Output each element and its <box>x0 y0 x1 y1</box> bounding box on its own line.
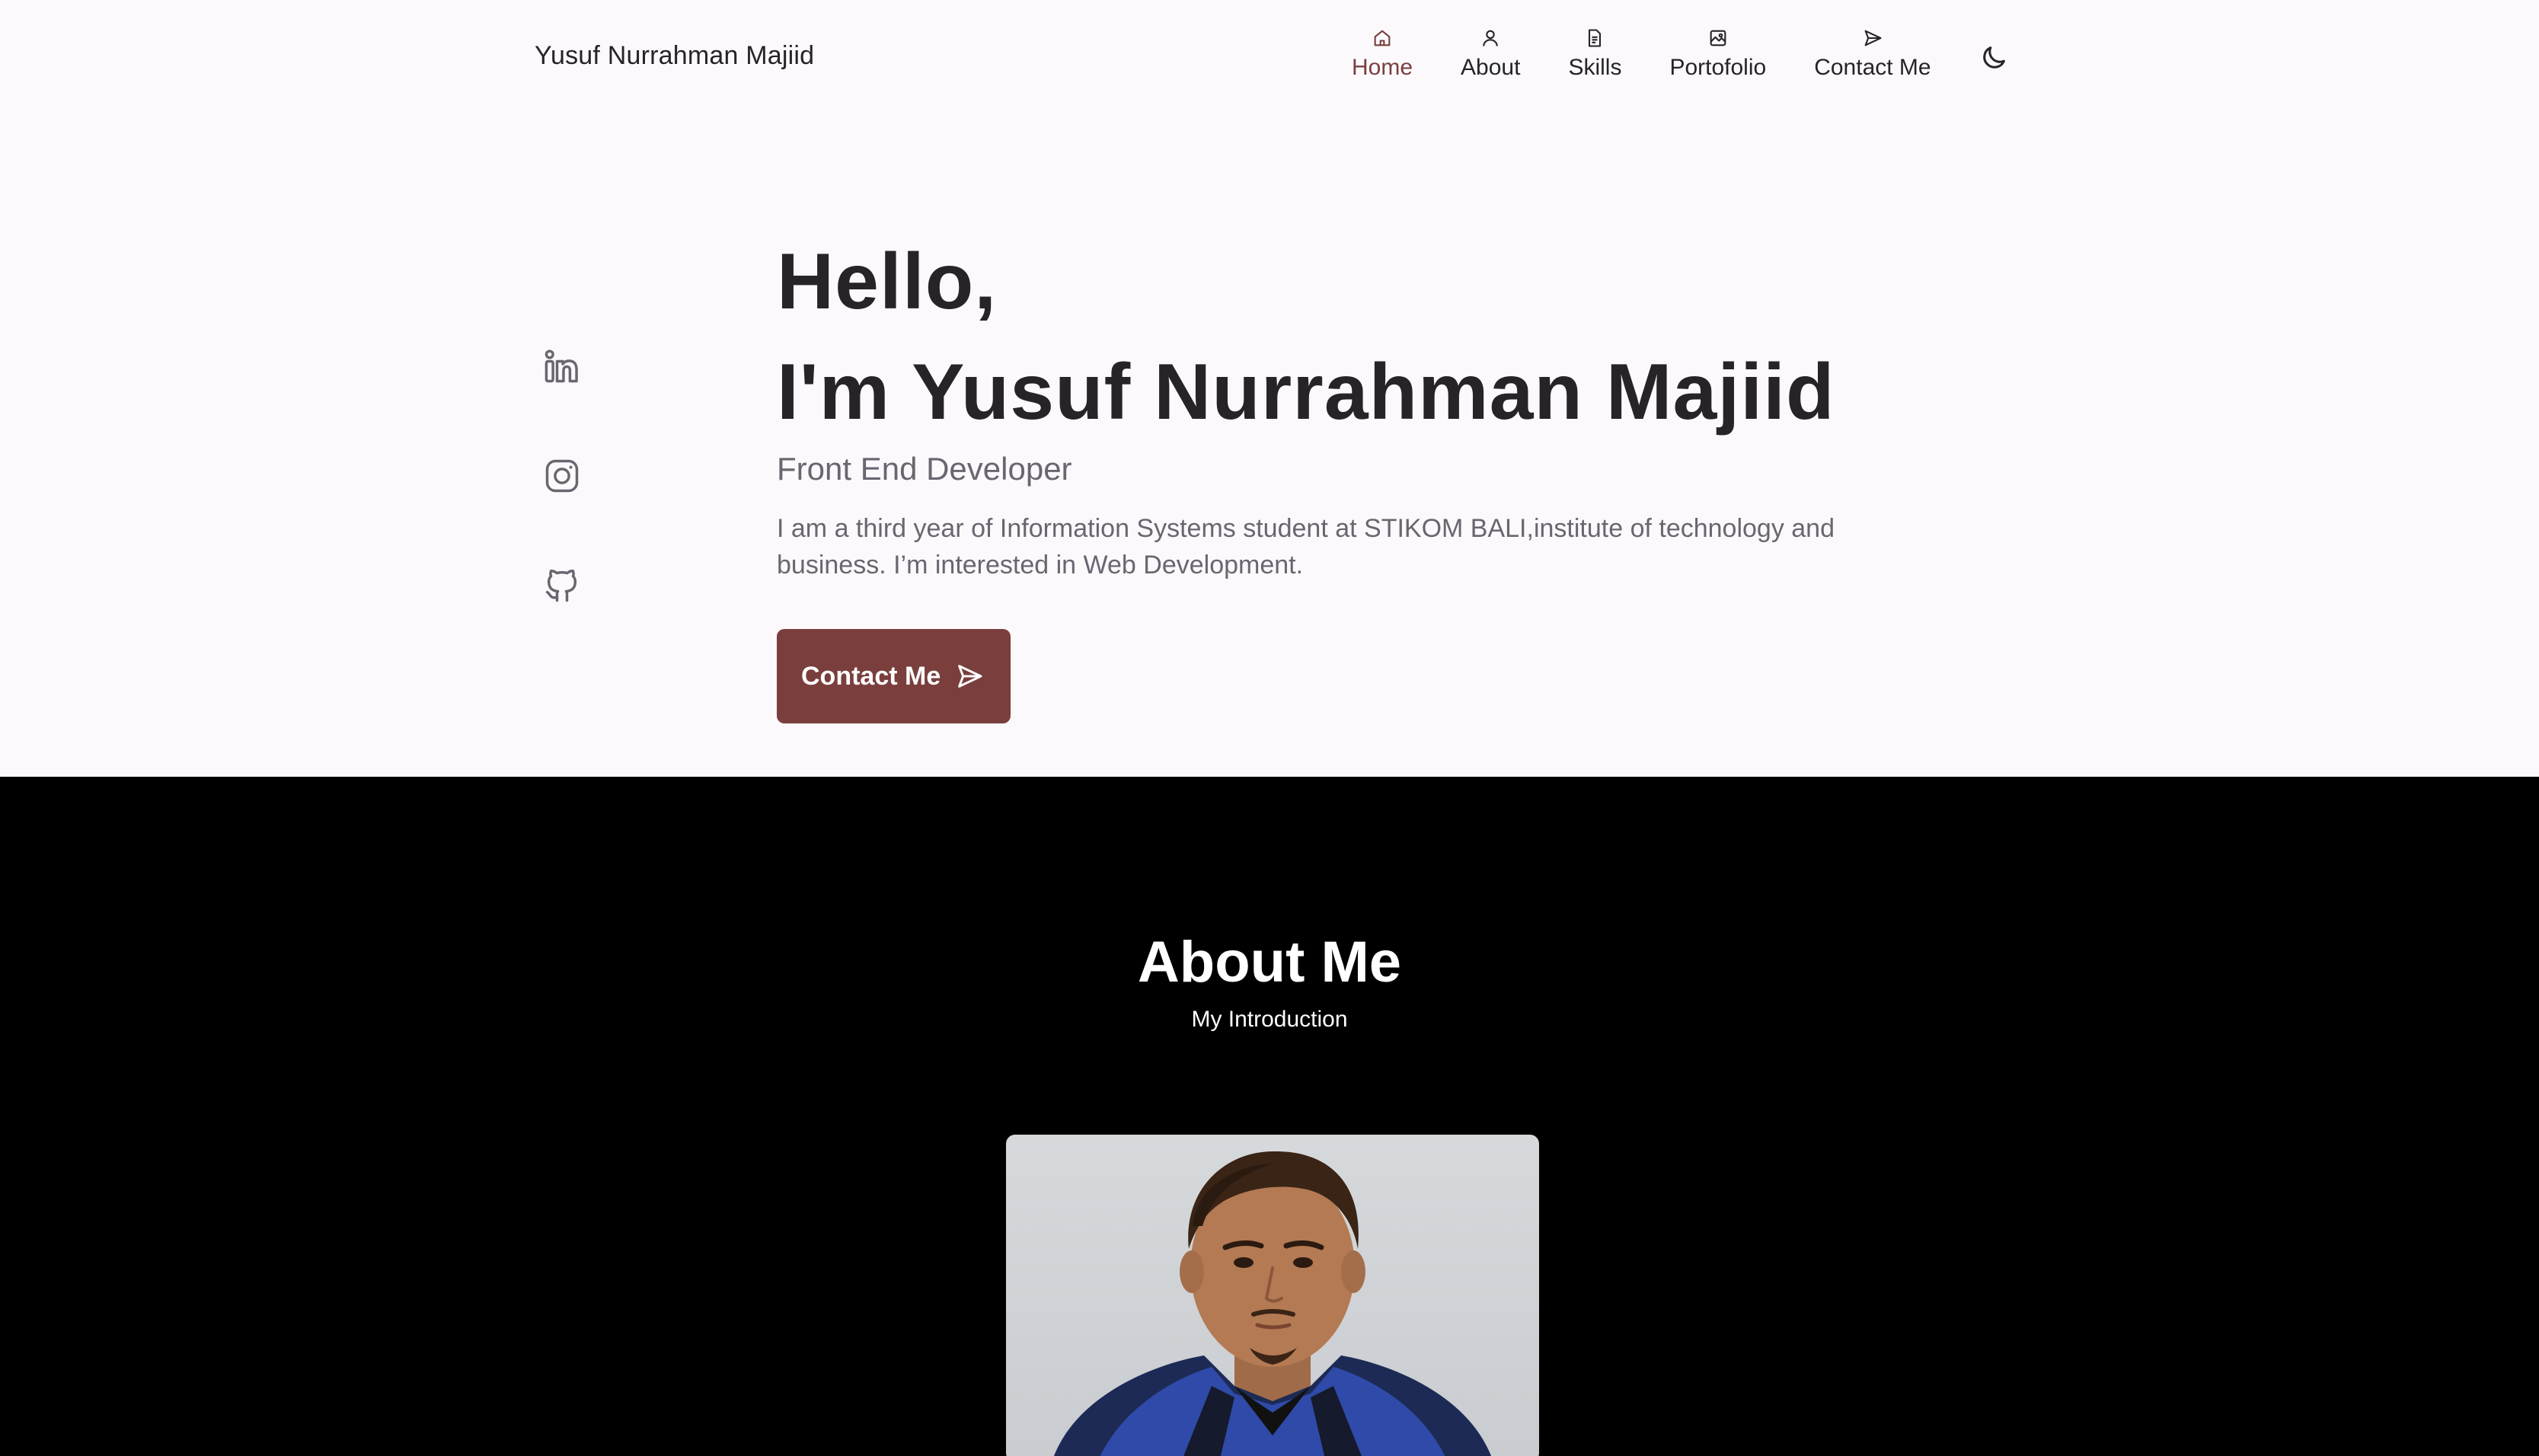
about-title: About Me <box>1137 930 1402 995</box>
nav-label-about: About <box>1461 55 1521 80</box>
user-icon <box>1483 30 1499 46</box>
send-icon <box>958 665 982 688</box>
main-nav: Home About Skills Portofolio Contact Me <box>1352 27 1931 81</box>
contact-me-label: Contact Me <box>801 661 941 691</box>
hero-role: Front End Developer <box>777 451 1072 487</box>
profile-photo <box>1006 1135 1539 1456</box>
file-icon <box>1589 29 1602 47</box>
hero-name: I'm Yusuf Nurrahman Majiid <box>777 348 1835 436</box>
contact-me-button[interactable]: Contact Me <box>777 629 1011 723</box>
nav-item-portofolio[interactable]: Portofolio <box>1669 27 1766 81</box>
hero-greeting: Hello, <box>777 238 998 326</box>
image-icon <box>1710 30 1726 46</box>
site-header: Yusuf Nurrahman Majiid Home About Skills… <box>0 0 2539 114</box>
moon-icon <box>1983 46 2005 69</box>
nav-item-skills[interactable]: Skills <box>1568 27 1621 81</box>
send-icon <box>1864 30 1882 46</box>
hero-section: Hello, I'm Yusuf Nurrahman Majiid Front … <box>777 228 1858 723</box>
github-icon <box>545 569 577 602</box>
nav-label-portofolio: Portofolio <box>1669 55 1767 80</box>
hero-description: I am a third year of Information Systems… <box>777 514 1835 580</box>
nav-label-home: Home <box>1352 55 1413 80</box>
nav-item-contact[interactable]: Contact Me <box>1814 27 1931 81</box>
instagram-link[interactable] <box>542 456 582 496</box>
nav-label-contact: Contact Me <box>1814 55 1931 80</box>
about-subtitle: My Introduction <box>1191 1007 1348 1032</box>
linkedin-icon <box>545 350 578 383</box>
github-link[interactable] <box>542 566 582 605</box>
home-icon <box>1374 30 1391 46</box>
nav-item-about[interactable]: About <box>1461 27 1520 81</box>
social-links <box>542 346 582 675</box>
nav-item-home[interactable]: Home <box>1352 27 1413 81</box>
instagram-icon <box>545 459 579 493</box>
brand-name[interactable]: Yusuf Nurrahman Majiid <box>535 41 814 71</box>
nav-label-skills: Skills <box>1568 55 1622 80</box>
theme-toggle-button[interactable] <box>1979 43 2009 73</box>
profile-photo-illustration <box>1054 1151 1491 1456</box>
about-section: About Me My Introduction <box>0 777 2539 1456</box>
linkedin-link[interactable] <box>542 346 582 386</box>
